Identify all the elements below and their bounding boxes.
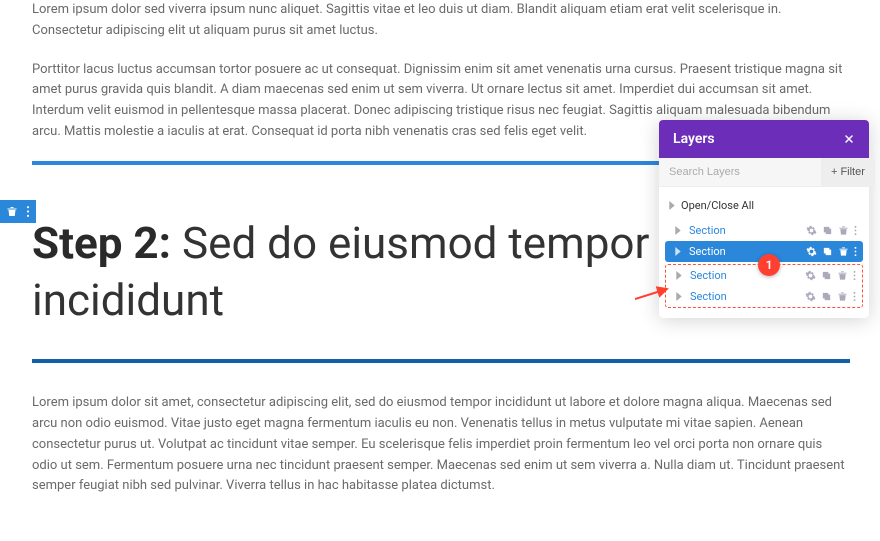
layer-label: Section: [687, 224, 806, 237]
chevron-right-icon: [674, 292, 684, 301]
duplicate-icon[interactable]: [822, 246, 833, 257]
layers-list: Open/Close All Section Section: [659, 187, 869, 318]
body-paragraph-1: Lorem ipsum dolor sit amet, consectetur …: [32, 393, 850, 497]
more-icon[interactable]: [853, 291, 856, 302]
close-button[interactable]: [843, 133, 855, 145]
more-icon[interactable]: [854, 225, 857, 236]
chevron-right-icon: [673, 247, 683, 256]
layer-label: Section: [687, 245, 806, 258]
search-input[interactable]: [659, 158, 821, 186]
open-close-all[interactable]: Open/Close All: [659, 193, 869, 220]
layer-row[interactable]: Section: [666, 286, 862, 307]
layer-label: Section: [688, 290, 805, 303]
filter-label: Filter: [840, 166, 864, 178]
annotation-callout-1: 1: [758, 254, 780, 276]
chevron-right-icon: [673, 226, 683, 235]
trash-icon[interactable]: [837, 270, 848, 281]
section-more-icon[interactable]: [26, 205, 30, 218]
chevron-right-icon: [674, 271, 684, 280]
layers-panel: Layers + Filter Open/Close All Section: [659, 120, 869, 318]
settings-icon[interactable]: [805, 270, 816, 281]
layer-row[interactable]: Section: [665, 220, 863, 241]
duplicate-icon[interactable]: [822, 225, 833, 236]
plus-icon: +: [831, 166, 837, 178]
more-icon[interactable]: [853, 270, 856, 281]
settings-icon[interactable]: [806, 225, 817, 236]
open-close-label: Open/Close All: [681, 199, 754, 212]
layers-panel-header: Layers: [659, 120, 869, 158]
filter-button[interactable]: + Filter: [821, 158, 875, 186]
layers-panel-title: Layers: [673, 131, 715, 147]
step-heading-bold: Step 2:: [32, 217, 171, 269]
trash-icon[interactable]: [838, 246, 849, 257]
heading-divider: [32, 359, 850, 363]
chevron-right-icon: [667, 201, 677, 210]
trash-icon[interactable]: [837, 291, 848, 302]
duplicate-icon[interactable]: [821, 291, 832, 302]
more-icon[interactable]: [854, 246, 857, 257]
layer-label: Section: [688, 269, 805, 282]
layers-search-bar: + Filter: [659, 158, 869, 187]
settings-icon[interactable]: [805, 291, 816, 302]
section-delete-icon[interactable]: [6, 205, 18, 218]
annotation-arrow: [635, 283, 675, 303]
intro-paragraph-1: Lorem ipsum dolor sed viverra ipsum nunc…: [32, 0, 850, 42]
duplicate-icon[interactable]: [821, 270, 832, 281]
settings-icon[interactable]: [806, 246, 817, 257]
section-controls[interactable]: [0, 200, 36, 223]
trash-icon[interactable]: [838, 225, 849, 236]
